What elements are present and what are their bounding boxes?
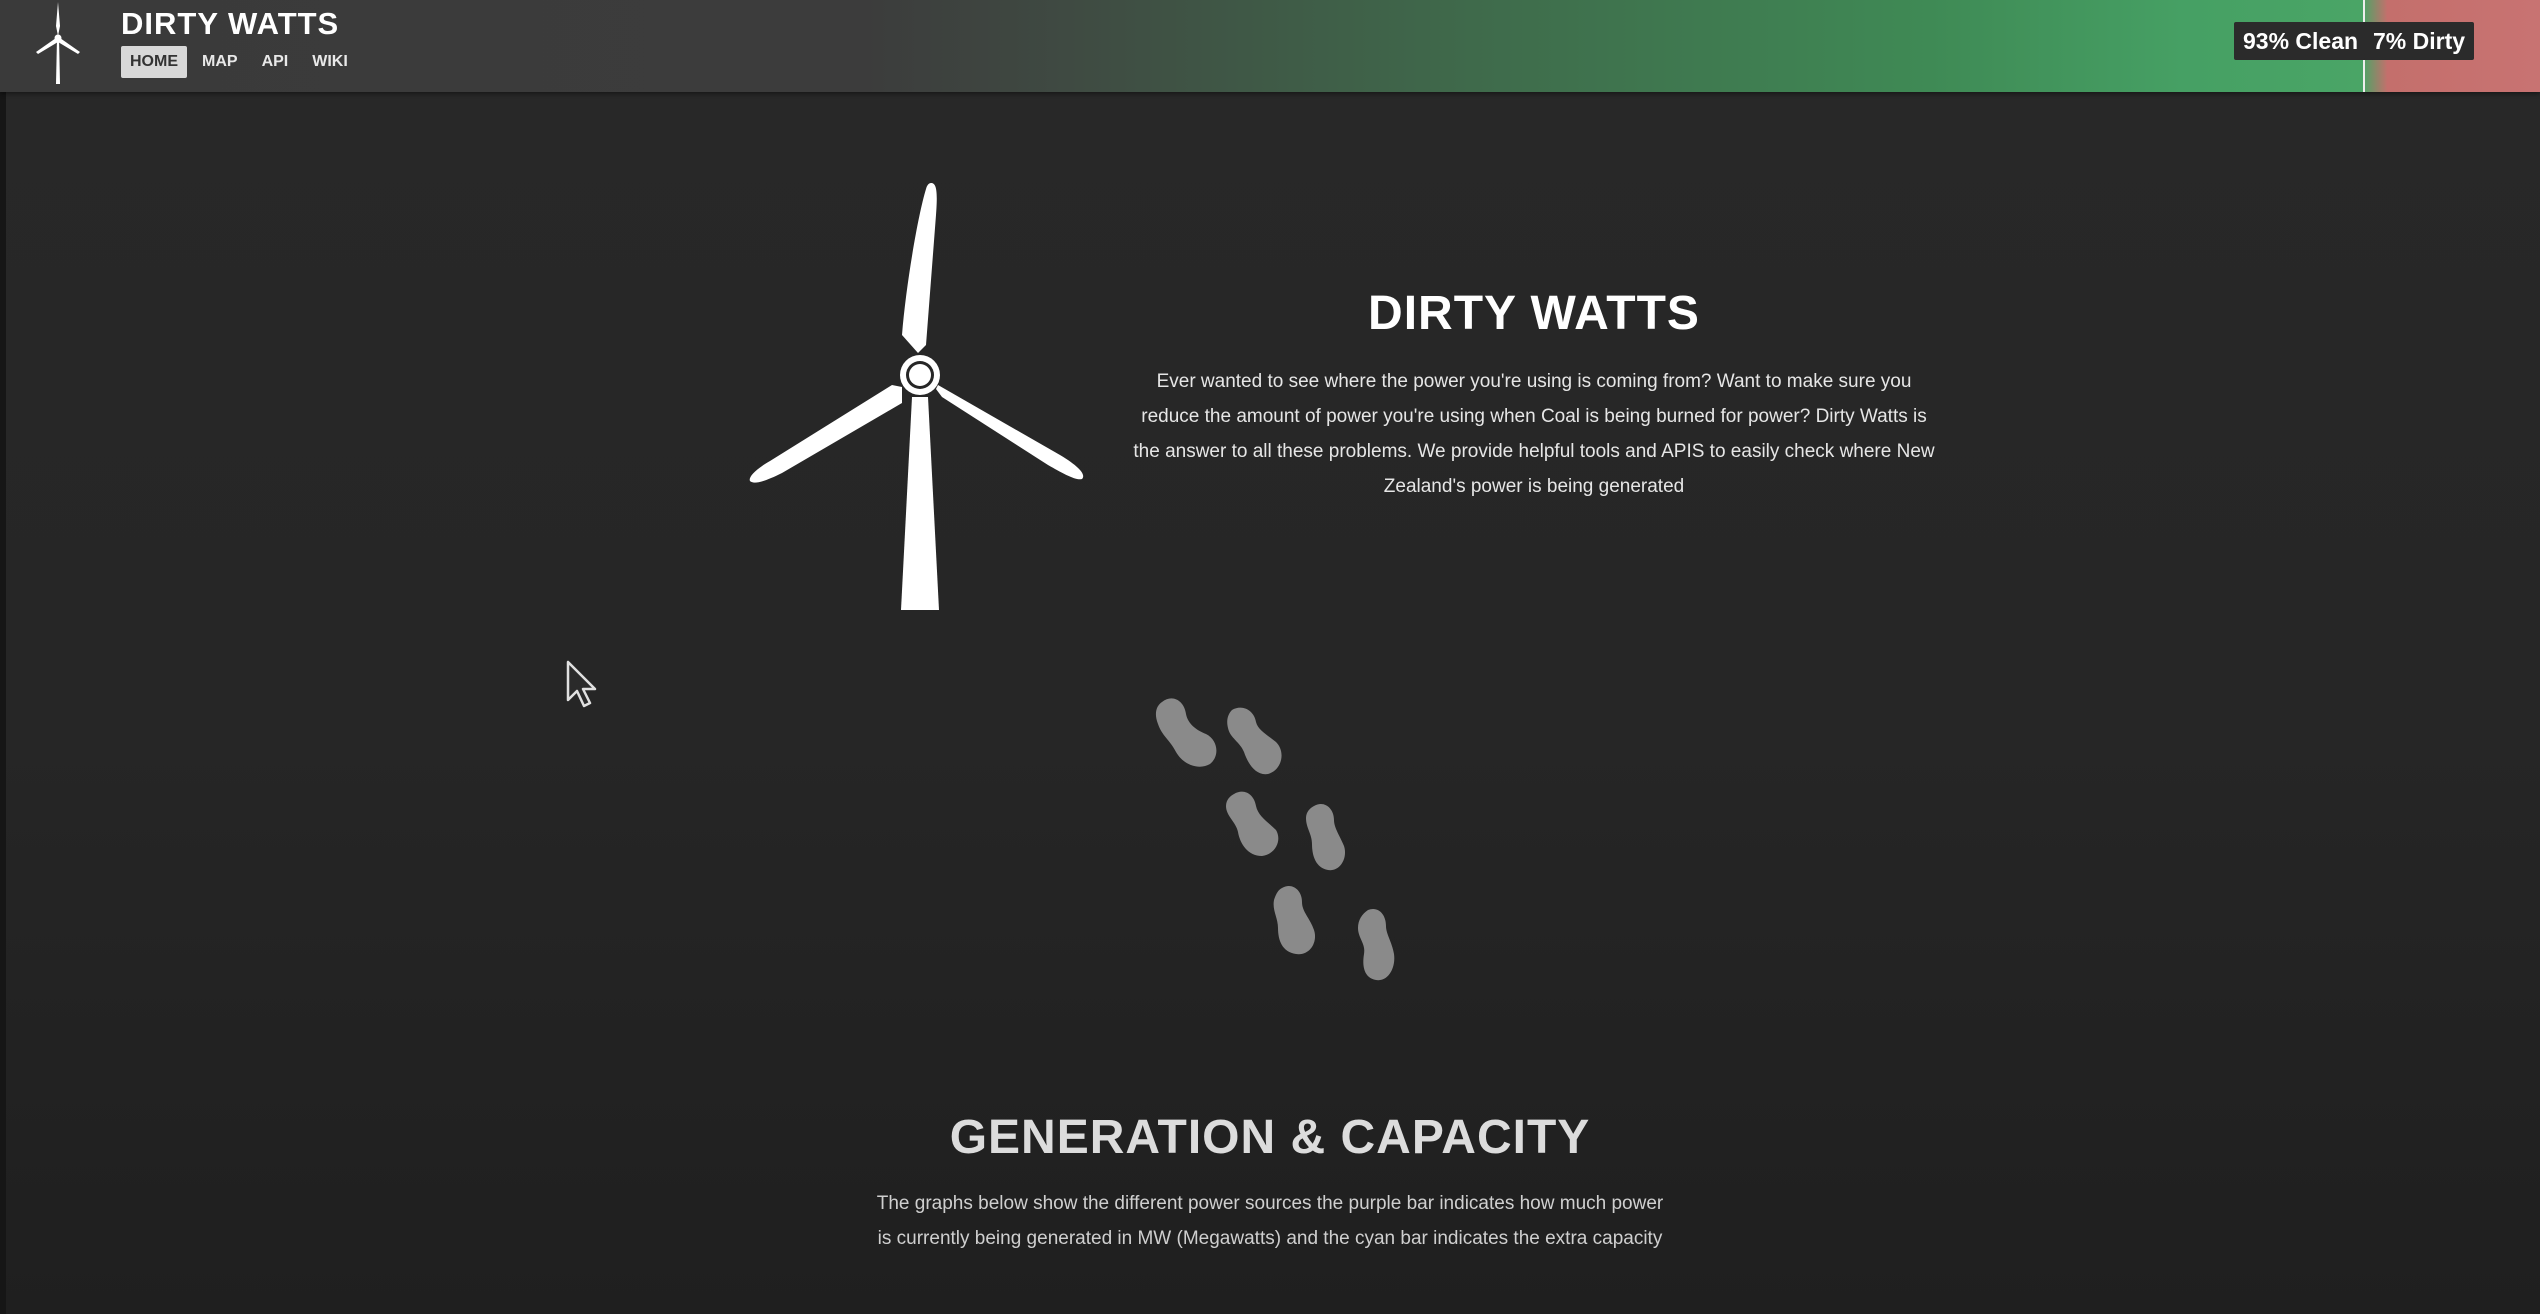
nav-api[interactable]: API <box>253 46 298 78</box>
main-nav: HOME MAP API WIKI <box>121 46 357 78</box>
clean-percentage-badge: 93% Clean <box>2234 22 2368 60</box>
nav-map[interactable]: MAP <box>193 46 247 78</box>
generation-title: GENERATION & CAPACITY <box>949 1111 1591 1164</box>
generation-description: The graphs below show the different powe… <box>876 1193 1664 1249</box>
nav-home[interactable]: HOME <box>121 46 187 78</box>
mouse-cursor-icon <box>566 660 597 708</box>
hero-title: DIRTY WATTS <box>1368 287 1700 340</box>
brand-title[interactable]: DIRTY WATTS <box>121 6 339 42</box>
window-edge <box>0 0 6 1314</box>
top-header: DIRTY WATTS HOME MAP API WIKI 93% Clean … <box>0 0 2540 92</box>
new-zealand-map-icon <box>1155 698 1395 981</box>
nav-wiki[interactable]: WIKI <box>303 46 357 78</box>
wind-turbine-icon <box>749 183 1084 610</box>
hero-description: Ever wanted to see where the power you'r… <box>1133 371 1935 497</box>
wind-turbine-logo-icon[interactable] <box>20 0 96 86</box>
dirty-percentage-badge: 7% Dirty <box>2364 22 2475 60</box>
page: DIRTY WATTS HOME MAP API WIKI 93% Clean … <box>0 0 2540 1314</box>
